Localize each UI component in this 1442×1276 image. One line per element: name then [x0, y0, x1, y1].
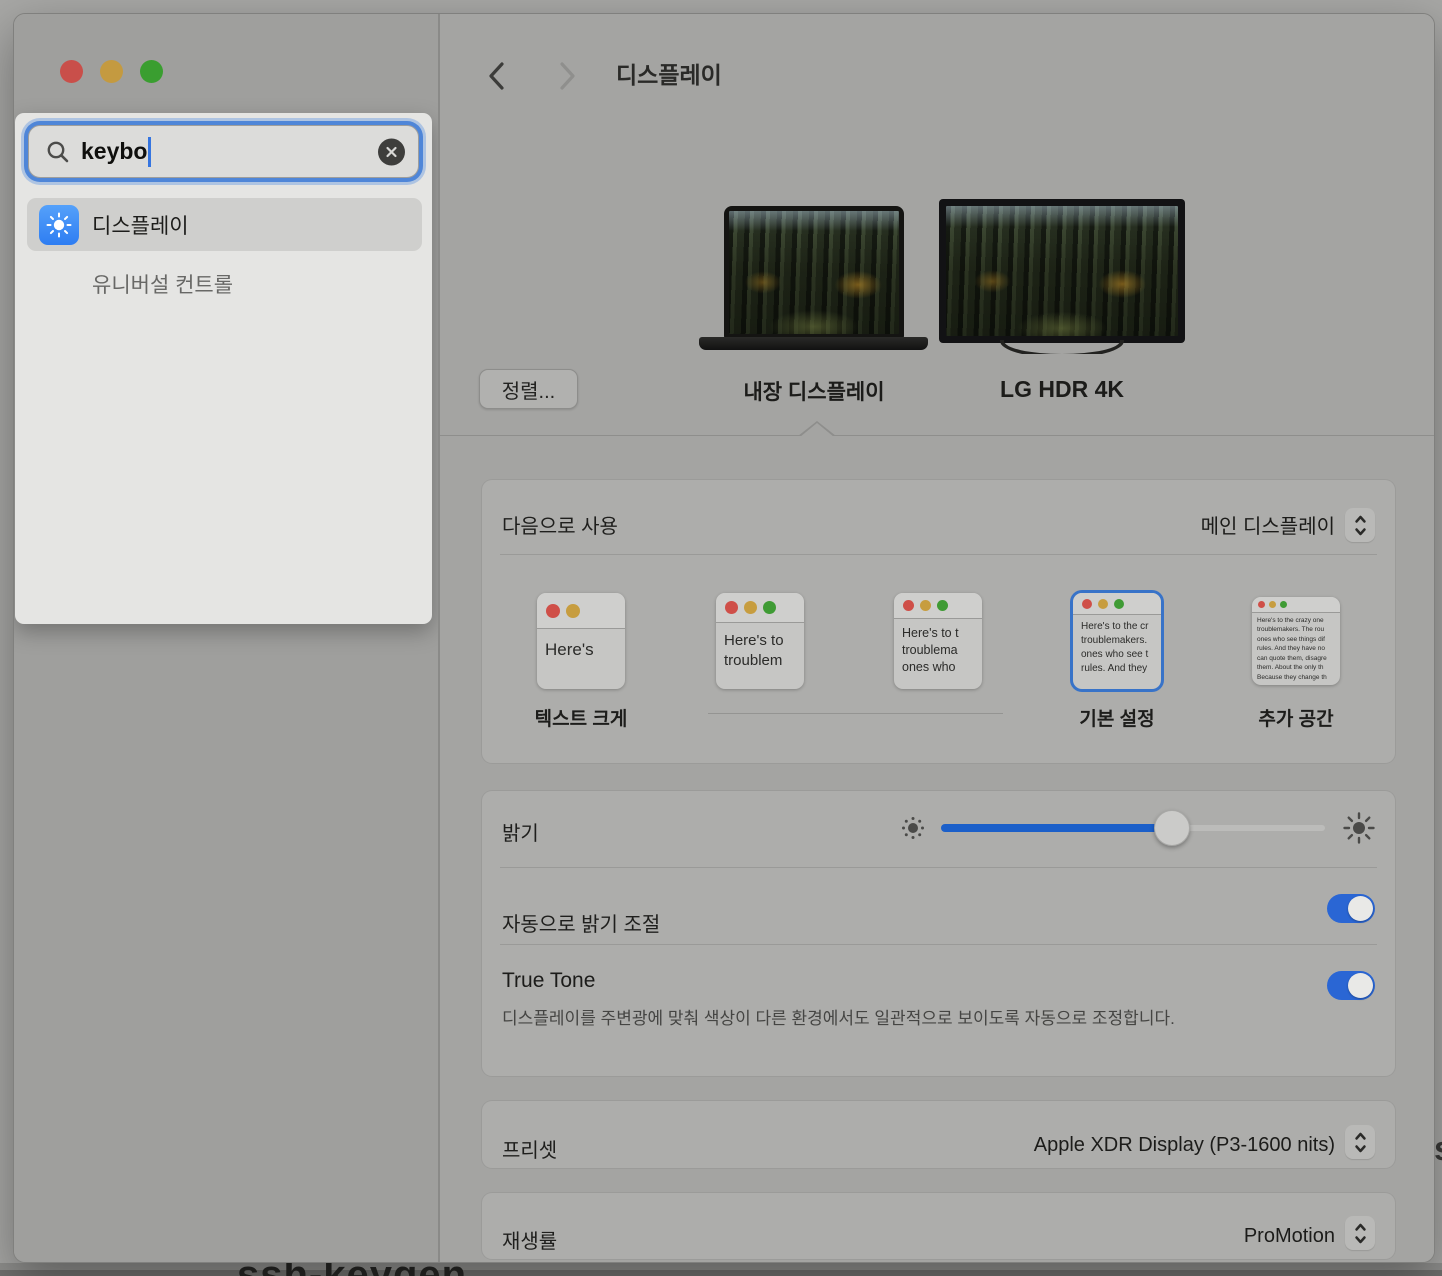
forward-button[interactable] — [548, 56, 588, 96]
search-result-display[interactable]: 디스플레이 — [27, 198, 422, 251]
arrange-button[interactable]: 정렬... — [479, 369, 578, 409]
search-results-panel: keybo — [15, 113, 432, 624]
display-brightness-icon — [39, 205, 79, 245]
card-divider — [500, 554, 1377, 555]
card-divider — [500, 944, 1377, 945]
back-button[interactable] — [476, 56, 516, 96]
search-text: keybo — [81, 138, 147, 165]
text-caret — [148, 137, 151, 167]
scaling-option-larger-text[interactable]: Here's — [537, 593, 625, 689]
builtin-display-preview[interactable] — [724, 206, 904, 338]
magnifier-icon — [45, 139, 71, 165]
refresh-rate-card: 재생률 ProMotion — [482, 1193, 1395, 1259]
toggle-knob — [1348, 973, 1373, 998]
scaling-label-default: 기본 설정 — [1042, 704, 1192, 731]
use-as-value[interactable]: 메인 디스플레이 — [1201, 510, 1335, 539]
scaling-option-more-space[interactable]: Here's to the crazy one troublemakers. T… — [1252, 597, 1340, 685]
brightness-low-sun-icon — [900, 815, 926, 841]
refresh-rate-label: 재생률 — [502, 1225, 557, 1254]
scaling-label-more-space: 추가 공간 — [1221, 704, 1371, 731]
true-tone-description: 디스플레이를 주변광에 맞춰 색상이 다른 환경에서도 일관적으로 보이도록 자… — [502, 1004, 1227, 1034]
close-button[interactable] — [60, 60, 83, 83]
sidebar: keybo — [14, 14, 438, 1262]
scaling-label-larger-text: 텍스트 크게 — [506, 704, 656, 731]
toggle-knob — [1348, 896, 1373, 921]
search-result-label: 유니버설 컨트롤 — [92, 269, 233, 299]
window-controls — [60, 60, 163, 83]
section-divider — [440, 435, 1434, 436]
minimize-button[interactable] — [100, 60, 123, 83]
thumb-sample-text: Here's to the crazy one troublemakers. T… — [1252, 613, 1340, 682]
search-input[interactable]: keybo — [28, 125, 419, 178]
zoom-button[interactable] — [140, 60, 163, 83]
use-as-label: 다음으로 사용 — [502, 510, 618, 539]
brightness-slider-knob[interactable] — [1154, 810, 1190, 846]
background-right-edge-text: s — [1434, 1130, 1442, 1169]
auto-brightness-toggle[interactable] — [1327, 894, 1375, 923]
true-tone-label: True Tone — [502, 969, 595, 993]
preset-label: 프리셋 — [502, 1134, 557, 1163]
search-result-universal-control[interactable]: 유니버설 컨트롤 — [27, 257, 422, 310]
display-settings-pane: 디스플레이 내장 디스플레이 LG HDR 4K 정렬... 다음으로 사용 메… — [440, 14, 1434, 1262]
scaling-option-3[interactable]: Here's to t troublema ones who — [894, 593, 982, 689]
system-settings-window: keybo — [13, 13, 1435, 1263]
card-divider — [500, 867, 1377, 868]
brightness-card: 밝기 — [482, 791, 1395, 1076]
page-title: 디스플레이 — [616, 56, 722, 90]
thumb-titlebar — [716, 593, 804, 623]
refresh-rate-value[interactable]: ProMotion — [1244, 1225, 1335, 1248]
thumb-titlebar — [537, 593, 625, 629]
preset-value[interactable]: Apple XDR Display (P3-1600 nits) — [1034, 1134, 1335, 1157]
background-bottom-band — [0, 1270, 1442, 1276]
use-as-stepper-icon[interactable] — [1345, 508, 1375, 542]
search-result-label: 디스플레이 — [92, 210, 189, 240]
thumb-titlebar — [1252, 597, 1340, 613]
thumb-sample-text: Here's — [537, 629, 625, 662]
true-tone-toggle[interactable] — [1327, 971, 1375, 1000]
refresh-rate-stepper-icon[interactable] — [1345, 1216, 1375, 1250]
laptop-base — [699, 337, 928, 350]
scaling-tick-line — [708, 713, 1003, 714]
wallpaper-thumbnail — [729, 211, 899, 334]
thumb-sample-text: Here's to the cr troublemakers. ones who… — [1073, 615, 1161, 676]
thumb-sample-text: Here's to troublem — [716, 623, 804, 670]
brightness-label: 밝기 — [502, 817, 539, 846]
brightness-slider[interactable] — [941, 824, 1326, 832]
thumb-sample-text: Here's to t troublema ones who — [894, 619, 982, 676]
auto-brightness-label: 자동으로 밝기 조절 — [502, 908, 660, 937]
monitor-stand — [1000, 340, 1124, 354]
thumb-titlebar — [894, 593, 982, 619]
brightness-slider-fill — [941, 824, 1172, 832]
thumb-titlebar — [1073, 593, 1161, 615]
use-as-card: 다음으로 사용 메인 디스플레이 Here's Here's to troubl… — [482, 480, 1395, 763]
scaling-option-2[interactable]: Here's to troublem — [716, 593, 804, 689]
wallpaper-thumbnail — [946, 206, 1178, 336]
preset-stepper-icon[interactable] — [1345, 1125, 1375, 1159]
builtin-display-label: 내장 디스플레이 — [704, 376, 924, 406]
clear-search-button[interactable] — [378, 138, 405, 165]
scaling-option-default-selected[interactable]: Here's to the cr troublemakers. ones who… — [1073, 593, 1161, 689]
preset-card: 프리셋 Apple XDR Display (P3-1600 nits) — [482, 1101, 1395, 1168]
selected-display-notch-fill — [800, 423, 834, 437]
external-display-preview[interactable] — [939, 199, 1185, 343]
brightness-high-sun-icon — [1342, 811, 1376, 845]
search-field-wrap: keybo — [23, 120, 424, 183]
external-display-label: LG HDR 4K — [952, 376, 1172, 403]
